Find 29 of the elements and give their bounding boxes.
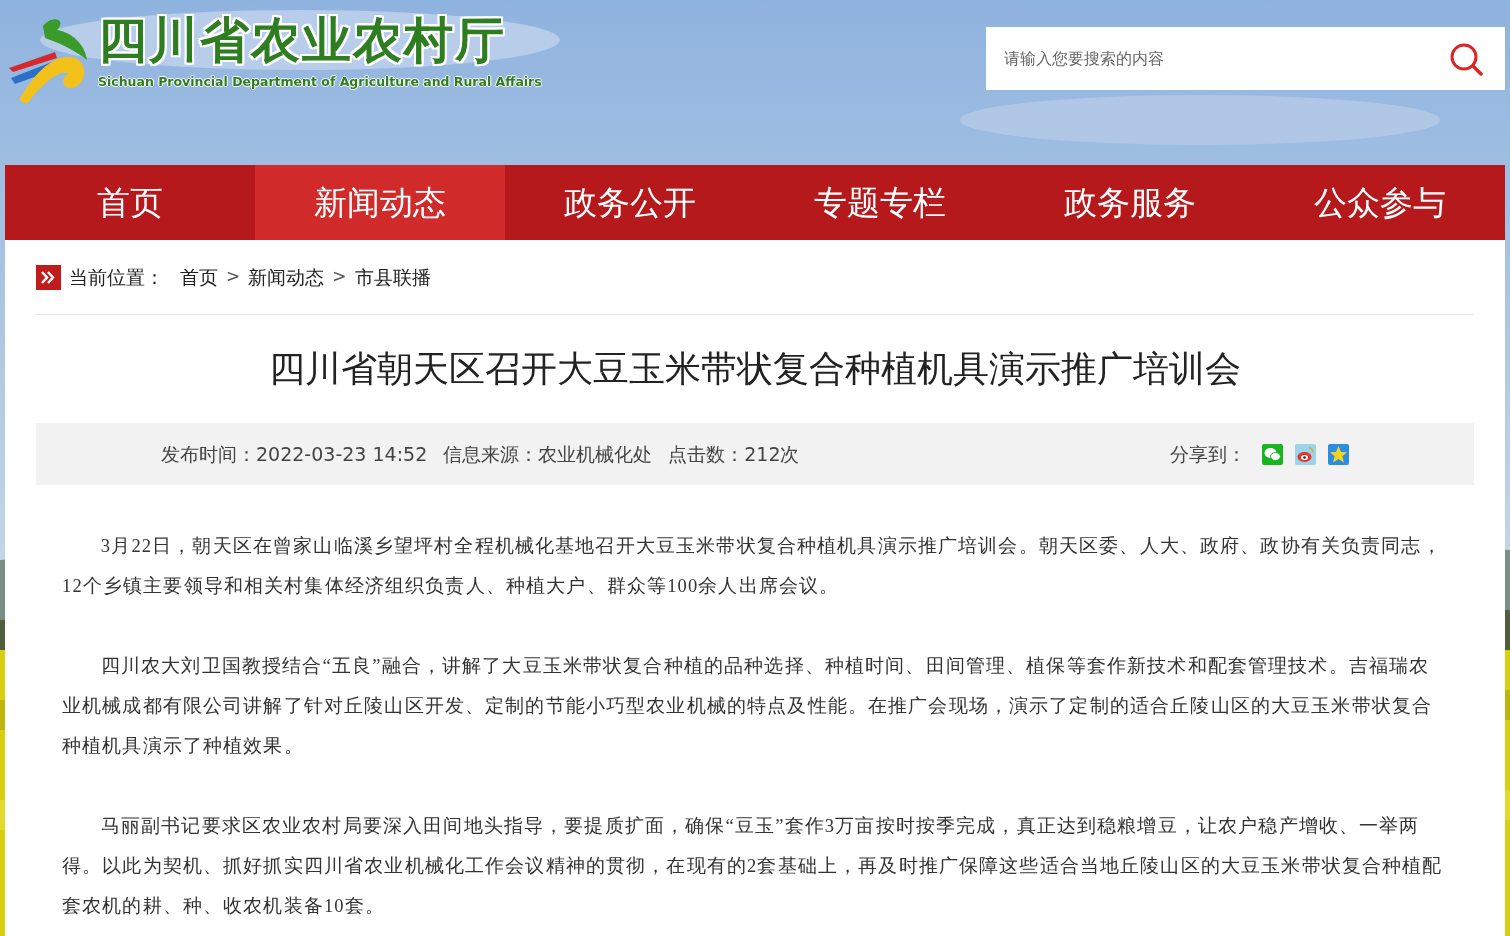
double-chevron-icon [36, 264, 61, 290]
star-icon[interactable] [1328, 443, 1349, 465]
site-title: 四川省农业农村厅 [98, 16, 507, 65]
site-subtitle: Sichuan Provincial Department of Agriculture and Rural Affairs [98, 73, 542, 91]
breadcrumb-link[interactable]: 市县联播 [354, 262, 431, 292]
article-paragraph: 四川农大刘卫国教授结合“五良”融合，讲解了大豆玉米带状复合种植的品种选择、种植时间、田间管理、植保等套作新技术和配套管理技术。吉福瑞农业机械成都有限公司讲解了针对丘陵山区开发、定制的节能小巧型农业机械的特点及性能。在推广会现场，演示了定制的适合丘陵山区的大豆玉米带状复合种植机具演示了种植效果。 [61, 655, 1434, 758]
share-label: 分享到： [1170, 441, 1246, 467]
breadcrumb-separator: > [332, 265, 347, 289]
eye-icon[interactable] [1295, 443, 1316, 465]
meta-info: 发布时间：2022-03-23 14:52 [161, 441, 428, 467]
article-title: 四川省朝天区召开大豆玉米带状复合种植机具演示推广培训会 [268, 347, 1242, 391]
nav-tab[interactable]: 政务公开 [505, 165, 755, 240]
meta-info: 信息来源：农业机械化处 [443, 441, 653, 467]
article-paragraph: 马丽副书记要求区农业农村局要深入田间地头指导，要提质扩面，确保“豆玉”套作3万亩按时按季完成，真正达到稳粮增豆，让农户稳产增收、一举两得。以此为契机、抓好抓实四川省农业机械化工作会议精神的贯彻，在现有的2套基础上，再及时推广保障这些适合当地丘陵山区的大豆玉米带状复合种植配套农机的耕、种、收农机装备10套。 [61, 815, 1444, 918]
article-paragraph: 3月22日，朝天区在曾家山临溪乡望坪村全程机械化基地召开大豆玉米带状复合种植机具演示推广培训会。朝天区委、人大、政府、政协有关负责同志，12个乡镇主要领导和相关村集体经济组织负责人、种植大户、群众等100余人出席会议。 [61, 535, 1443, 598]
search-field[interactable]: 请输入您要搜索的内容 [986, 45, 1406, 72]
meta-info: 点击数：212次 [668, 441, 800, 467]
nav-tab[interactable]: 新闻动态 [255, 165, 505, 240]
search-icon[interactable] [1449, 41, 1483, 76]
breadcrumb-link[interactable]: 首页 [180, 262, 218, 292]
chat-bubbles-icon[interactable] [1262, 443, 1283, 465]
breadcrumb-separator: > [226, 265, 241, 289]
nav-tab[interactable]: 首页 [5, 165, 255, 240]
nav-tab[interactable]: 专题专栏 [755, 165, 1005, 240]
nav-tab[interactable]: 政务服务 [1005, 165, 1255, 240]
search-bar[interactable]: 请输入您要搜索的内容 [986, 27, 1505, 90]
breadcrumb-link[interactable]: 新闻动态 [248, 262, 325, 292]
nav-tab[interactable]: 公众参与 [1255, 165, 1505, 240]
breadcrumb-label: 当前位置： [69, 264, 164, 290]
